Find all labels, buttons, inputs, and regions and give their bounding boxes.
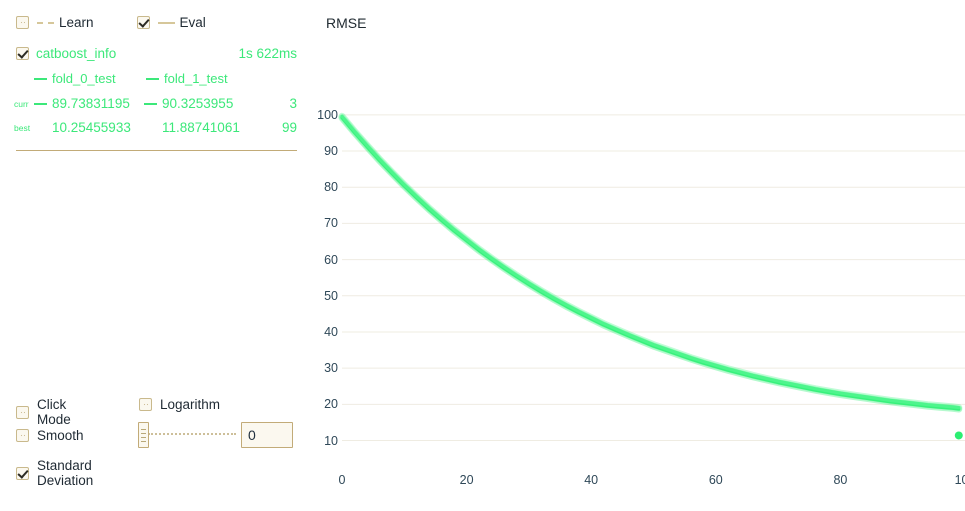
click-mode-label: Click Mode (37, 397, 71, 427)
chart-panel: RMSE 102030405060708090100 020406080100 (317, 0, 965, 511)
smooth-value-input[interactable] (241, 422, 293, 448)
run-checkbox[interactable] (16, 47, 29, 60)
stat-tag-best: best (14, 122, 31, 133)
curr-fold-1-value: 90.3253955 (162, 96, 234, 111)
fold-0-line-swatch (34, 77, 47, 80)
best-fold-1-value: 11.88741061 (162, 120, 240, 135)
stat-tag-curr: curr (14, 98, 29, 109)
stat-row-best: best 10.25455933 11.88741061 99 (14, 120, 297, 135)
standard-deviation-checkbox[interactable] (16, 466, 29, 480)
logarithm-label: Logarithm (160, 397, 221, 412)
curr-fold-0-line-swatch (34, 102, 47, 105)
series-type-legend: Learn Eval (16, 15, 206, 30)
curr-fold-0-cell: 89.73831195 (34, 96, 144, 111)
legend-toggle-learn[interactable]: Learn (16, 15, 94, 30)
fold-1-name[interactable]: fold_1_test (146, 71, 228, 86)
run-row-catboost-info[interactable]: catboost_info 1s 622ms (16, 46, 297, 61)
logarithm-checkbox[interactable] (139, 398, 152, 411)
best-fold-1-cell: 11.88741061 (144, 120, 254, 135)
curr-iteration-index: 3 (289, 96, 297, 111)
legend-toggle-eval[interactable]: Eval (136, 15, 206, 30)
run-elapsed-time: 1s 622ms (238, 46, 297, 61)
standard-deviation-label: Standard Deviation (37, 458, 94, 488)
fold-0-label: fold_0_test (52, 71, 116, 86)
learn-line-swatch (37, 21, 54, 24)
learn-label: Learn (59, 15, 94, 30)
click-mode-checkbox[interactable] (16, 405, 29, 419)
control-standard-deviation[interactable]: Standard Deviation (16, 458, 93, 488)
smooth-checkbox[interactable] (16, 429, 29, 442)
panel-divider (16, 150, 297, 151)
stat-row-curr: curr 89.73831195 90.3253955 3 (14, 96, 297, 111)
x-tick-label: 60 (708, 473, 723, 487)
fold-0-name[interactable]: fold_0_test (34, 71, 146, 86)
fold-1-line-swatch (146, 77, 159, 80)
x-axis-ticks: 0 20 40 60 80 100 (320, 0, 965, 511)
eval-label: Eval (179, 15, 206, 30)
x-tick-label: 0 (338, 473, 346, 487)
x-tick-label: 40 (584, 473, 599, 487)
control-logarithm[interactable]: Logarithm (139, 397, 220, 412)
eval-line-swatch (157, 21, 175, 24)
x-tick-label: 100 (954, 473, 965, 487)
curr-fold-1-line-swatch (144, 102, 157, 105)
fold-names-row: fold_0_test fold_1_test (34, 71, 297, 86)
smooth-slider-track[interactable] (148, 433, 236, 435)
smooth-slider[interactable] (138, 422, 236, 448)
best-fold-0-value: 10.25455933 (52, 120, 131, 135)
x-tick-label: 20 (459, 473, 474, 487)
eval-checkbox[interactable] (136, 16, 150, 29)
control-smooth[interactable]: Smooth (16, 428, 84, 443)
learn-checkbox[interactable] (16, 16, 29, 29)
curr-fold-0-value: 89.73831195 (52, 96, 130, 111)
curr-fold-1-cell: 90.3253955 (144, 96, 254, 111)
smooth-label: Smooth (37, 428, 84, 443)
control-click-mode[interactable]: Click Mode (16, 397, 71, 427)
run-name-label: catboost_info (36, 46, 117, 61)
fold-1-label: fold_1_test (164, 71, 228, 86)
x-tick-label: 80 (833, 473, 848, 487)
smooth-slider-handle[interactable] (138, 422, 149, 448)
best-fold-0-cell: 10.25455933 (34, 120, 144, 135)
best-iteration-index: 99 (281, 120, 297, 135)
left-panel: Learn Eval catboost_info 1s 622ms fold_0… (0, 0, 320, 511)
